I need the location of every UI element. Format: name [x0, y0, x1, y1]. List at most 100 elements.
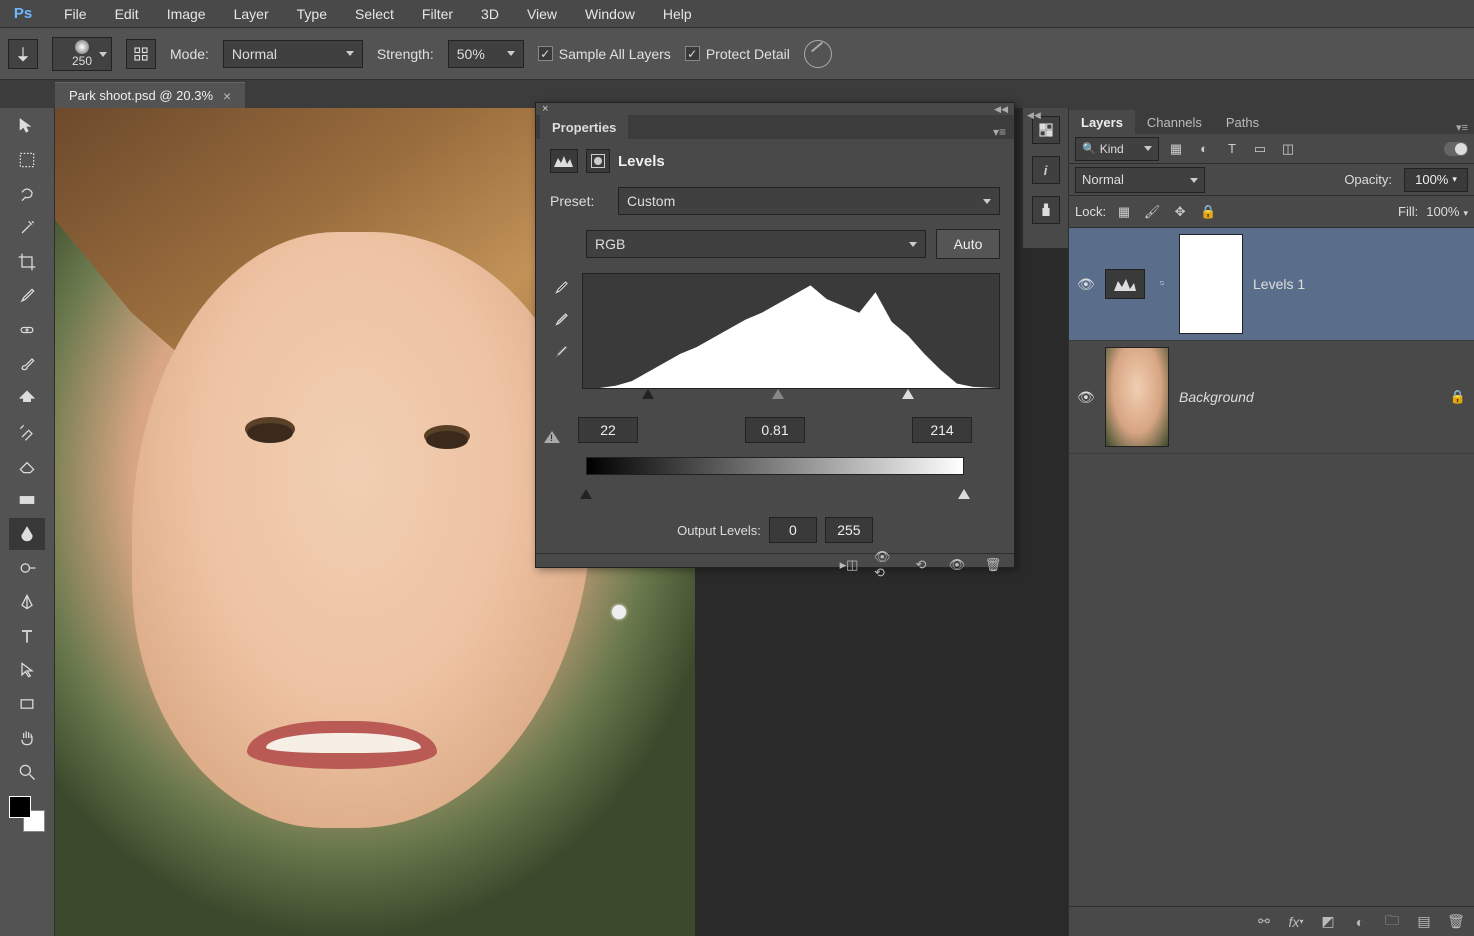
- filter-pixel-icon[interactable]: ▦: [1165, 138, 1187, 160]
- menu-select[interactable]: Select: [341, 0, 408, 28]
- new-layer-icon[interactable]: ▤: [1414, 912, 1434, 932]
- close-icon[interactable]: ×: [223, 88, 231, 104]
- link-mask-icon[interactable]: [1155, 276, 1169, 293]
- input-white-field[interactable]: [912, 417, 972, 443]
- tool-preset-picker[interactable]: [8, 39, 38, 69]
- tab-layers[interactable]: Layers: [1069, 110, 1135, 134]
- filter-toggle-switch[interactable]: [1444, 142, 1468, 156]
- type-tool[interactable]: [9, 620, 45, 652]
- tab-properties[interactable]: Properties: [540, 115, 628, 139]
- delete-adjustment-icon[interactable]: 🗑: [982, 554, 1004, 576]
- histogram[interactable]: [582, 273, 1000, 389]
- clip-warning-icon[interactable]: [544, 431, 560, 443]
- new-group-icon[interactable]: 🗀: [1382, 912, 1402, 932]
- layer-name[interactable]: Levels 1: [1253, 276, 1305, 292]
- marquee-tool[interactable]: [9, 144, 45, 176]
- history-brush-tool[interactable]: [9, 416, 45, 448]
- menu-view[interactable]: View: [513, 0, 571, 28]
- menu-edit[interactable]: Edit: [101, 0, 153, 28]
- menu-3d[interactable]: 3D: [467, 0, 513, 28]
- input-black-field[interactable]: [578, 417, 638, 443]
- layer-blend-mode-select[interactable]: Normal: [1075, 167, 1205, 193]
- magic-wand-tool[interactable]: [9, 212, 45, 244]
- lasso-tool[interactable]: [9, 178, 45, 210]
- gradient-tool[interactable]: [9, 484, 45, 516]
- pen-tool[interactable]: [9, 586, 45, 618]
- move-tool[interactable]: [9, 110, 45, 142]
- collapse-dock-icon[interactable]: ◀◀: [994, 104, 1008, 115]
- expand-dock-icon[interactable]: ◀◀: [1027, 110, 1041, 121]
- menu-image[interactable]: Image: [153, 0, 220, 28]
- lock-transparency-icon[interactable]: ▦: [1114, 202, 1134, 222]
- filter-adjustment-icon[interactable]: ◐: [1193, 138, 1215, 160]
- layer-thumb[interactable]: [1105, 347, 1169, 447]
- tab-channels[interactable]: Channels: [1135, 110, 1214, 134]
- white-point-eyedropper[interactable]: [550, 341, 572, 363]
- shadow-slider-handle[interactable]: [642, 389, 654, 399]
- previous-state-icon[interactable]: 👁⟲: [874, 554, 896, 576]
- input-levels-slider[interactable]: [618, 389, 964, 403]
- levels-adjustment-icon[interactable]: [1105, 269, 1145, 299]
- lock-pixels-icon[interactable]: 🖌: [1142, 202, 1162, 222]
- output-highlight-handle[interactable]: [958, 489, 970, 499]
- output-black-field[interactable]: [769, 517, 817, 543]
- layer-row-levels[interactable]: 👁 Levels 1: [1069, 228, 1474, 341]
- toggle-visibility-icon[interactable]: 👁: [946, 554, 968, 576]
- protect-detail-checkbox[interactable]: Protect Detail: [685, 46, 790, 62]
- gray-point-eyedropper[interactable]: [550, 309, 572, 331]
- output-levels-slider[interactable]: [586, 489, 964, 503]
- filter-smartobject-icon[interactable]: ◫: [1277, 138, 1299, 160]
- panel-menu-icon[interactable]: ▾≡: [993, 125, 1006, 139]
- strength-select[interactable]: 50%: [448, 40, 524, 68]
- hand-tool[interactable]: [9, 722, 45, 754]
- tablet-pressure-icon[interactable]: [804, 40, 832, 68]
- add-mask-icon[interactable]: ◩: [1318, 912, 1338, 932]
- brush-panel-toggle[interactable]: [126, 39, 156, 69]
- layer-style-icon[interactable]: fx▾: [1286, 912, 1306, 932]
- crop-tool[interactable]: [9, 246, 45, 278]
- rectangle-tool[interactable]: [9, 688, 45, 720]
- filter-kind-select[interactable]: 🔍 Kind: [1075, 137, 1159, 161]
- menu-window[interactable]: Window: [571, 0, 649, 28]
- visibility-eye-icon[interactable]: 👁: [1077, 389, 1095, 406]
- fill-field[interactable]: 100%▾: [1426, 204, 1468, 219]
- panel-menu-icon[interactable]: ▾≡: [1456, 121, 1468, 134]
- opacity-field[interactable]: 100%▾: [1404, 168, 1468, 192]
- mask-mode-icon[interactable]: [586, 149, 610, 173]
- output-shadow-handle[interactable]: [580, 489, 592, 499]
- midtone-slider-handle[interactable]: [772, 389, 784, 399]
- sample-all-layers-checkbox[interactable]: Sample All Layers: [538, 46, 671, 62]
- document-tab[interactable]: Park shoot.psd @ 20.3% ×: [55, 82, 245, 108]
- channel-select[interactable]: RGB: [586, 230, 926, 258]
- filter-shape-icon[interactable]: ▭: [1249, 138, 1271, 160]
- lock-all-icon[interactable]: 🔒: [1198, 202, 1218, 222]
- delete-layer-icon[interactable]: 🗑: [1446, 912, 1466, 932]
- eyedropper-tool[interactable]: [9, 280, 45, 312]
- levels-adjustment-icon[interactable]: [550, 149, 578, 173]
- eraser-tool[interactable]: [9, 450, 45, 482]
- brush-panel-icon[interactable]: [1032, 196, 1060, 224]
- clone-stamp-tool[interactable]: [9, 382, 45, 414]
- dodge-tool[interactable]: [9, 552, 45, 584]
- zoom-tool[interactable]: [9, 756, 45, 788]
- tab-paths[interactable]: Paths: [1214, 110, 1271, 134]
- reset-icon[interactable]: ⟲: [910, 554, 932, 576]
- input-gamma-field[interactable]: [745, 417, 805, 443]
- link-layers-icon[interactable]: ⚯: [1254, 912, 1274, 932]
- menu-type[interactable]: Type: [283, 0, 341, 28]
- preset-select[interactable]: Custom: [618, 187, 1000, 215]
- filter-type-icon[interactable]: T: [1221, 138, 1243, 160]
- clip-to-layer-icon[interactable]: ▸◫: [838, 554, 860, 576]
- brush-preset-picker[interactable]: 250: [52, 37, 112, 71]
- highlight-slider-handle[interactable]: [902, 389, 914, 399]
- blur-tool[interactable]: [9, 518, 45, 550]
- blend-mode-select[interactable]: Normal: [223, 40, 363, 68]
- close-icon[interactable]: ×: [542, 103, 548, 115]
- menu-help[interactable]: Help: [649, 0, 706, 28]
- healing-brush-tool[interactable]: [9, 314, 45, 346]
- brush-tool[interactable]: [9, 348, 45, 380]
- new-adjustment-icon[interactable]: ◐: [1350, 912, 1370, 932]
- menu-filter[interactable]: Filter: [408, 0, 467, 28]
- layer-mask-thumb[interactable]: [1179, 234, 1243, 334]
- black-point-eyedropper[interactable]: [550, 277, 572, 299]
